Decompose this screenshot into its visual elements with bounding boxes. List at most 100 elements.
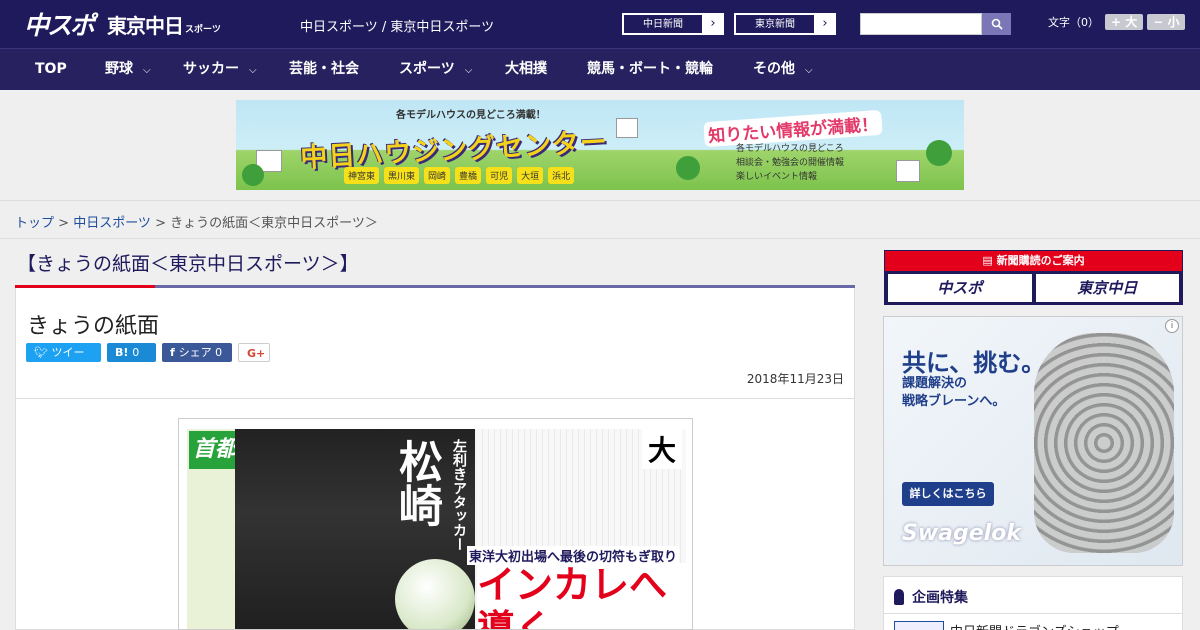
- subscription-heading: ▤ 新聞購読のご案内: [885, 251, 1182, 271]
- page-heading: 【きょうの紙面＜東京中日スポーツ＞】: [17, 253, 359, 275]
- subscription-logos: 中スポ 東京中日: [885, 271, 1182, 305]
- chevron-down-icon: ⌵: [464, 65, 473, 76]
- nav-label: 競馬・ボート・競輪: [587, 61, 713, 77]
- nav-label: スポーツ: [399, 61, 455, 77]
- banner-city: 岡崎: [424, 167, 451, 184]
- article-divider: [16, 398, 854, 399]
- chuspo-subscription-logo[interactable]: 中スポ: [888, 274, 1032, 302]
- share-buttons: 🐦︎ ツイート B! 0 f シェア 0 G+: [26, 343, 276, 378]
- nav-item-entertainment[interactable]: 芸能・社会: [289, 49, 359, 90]
- chevron-down-icon: ⌵: [143, 65, 151, 76]
- tree-illustration: [926, 140, 952, 166]
- banner-list-item: 相談会・勉強会の開催情報: [736, 158, 845, 168]
- article-date: 2018年11月23日: [746, 372, 844, 386]
- newspaper-front-page-image[interactable]: 首都スポ 松崎 左利きアタッカー 大 東洋大初出場へ最後の切符もぎ取り インカレ…: [178, 418, 693, 630]
- google-plus-button[interactable]: G+: [238, 343, 270, 362]
- brain-image: [1034, 333, 1174, 553]
- ad-info-icon[interactable]: i: [1165, 319, 1179, 333]
- nav-item-racing[interactable]: 競馬・ボート・競輪: [587, 49, 713, 90]
- banner-list-item: 各モデルハウスの見どころ: [736, 144, 844, 154]
- banner-city: 浜北: [548, 167, 575, 184]
- breadcrumb-separator: >: [54, 216, 74, 231]
- article-box: きょうの紙面 🐦︎ ツイート B! 0 f シェア 0 G+ 2018年11月2…: [15, 288, 855, 630]
- tokyo-shinbun-button[interactable]: 東京新聞 ›: [734, 13, 836, 35]
- newspaper-headline: インカレへ導く: [477, 563, 686, 629]
- feature-section: 企画特集 中日新聞ドラゴンズショップ: [883, 576, 1183, 630]
- search-input[interactable]: [860, 13, 982, 35]
- nav-label: サッカー: [183, 61, 239, 77]
- nav-label: TOP: [35, 61, 67, 77]
- chevron-right-icon: ›: [710, 16, 716, 31]
- swagelok-ad[interactable]: i 共に、挑む。 課題解決の 戦略ブレーンへ。 詳しくはこちら Swagelok: [883, 316, 1183, 566]
- feature-heading-text: 企画特集: [912, 590, 968, 606]
- banner-city: 豊橋: [455, 167, 482, 184]
- tokyo-chunichi-subscription-logo[interactable]: 東京中日: [1035, 274, 1179, 302]
- soccer-ball-image: [395, 559, 475, 629]
- ad-details-button[interactable]: 詳しくはこちら: [902, 482, 994, 506]
- font-size-label: 文字（0）: [1048, 16, 1099, 29]
- ad-brand: Swagelok: [902, 521, 1021, 546]
- banner-city: 黒川東: [384, 167, 420, 184]
- paper-button-label: 東京新聞: [735, 14, 815, 34]
- nav-item-top[interactable]: TOP: [35, 49, 67, 90]
- feature-item-link[interactable]: 中日新聞ドラゴンズショップ: [950, 621, 1119, 630]
- font-larger-button[interactable]: + 大: [1105, 14, 1144, 30]
- search-button[interactable]: [982, 13, 1011, 35]
- breadcrumb-link-top[interactable]: トップ: [15, 216, 54, 231]
- site-links[interactable]: 中日スポーツ / 東京中日スポーツ: [300, 16, 494, 35]
- nav-item-sumo[interactable]: 大相撲: [505, 49, 547, 90]
- house-illustration: [616, 118, 638, 138]
- ad-subtitle-line: 戦略ブレーンへ。: [902, 394, 1006, 409]
- feature-divider: [884, 613, 1182, 614]
- breadcrumb-current: きょうの紙面＜東京中日スポーツ＞: [170, 216, 378, 231]
- twitter-icon: 🐦︎: [34, 346, 52, 359]
- chevron-right-icon: ›: [822, 16, 828, 31]
- banner-list-item: 楽しいイベント情報: [736, 172, 818, 182]
- ad-subtitle-line: 課題解決の: [902, 376, 968, 391]
- feature-heading: 企画特集: [894, 587, 968, 607]
- facebook-share-button[interactable]: f シェア 0: [162, 343, 232, 362]
- font-size-control: 文字（0） + 大 − 小: [1048, 14, 1186, 30]
- pin-icon: [894, 589, 904, 605]
- breadcrumb-link-section[interactable]: 中日スポーツ: [73, 216, 151, 231]
- facebook-share-label: シェア 0: [178, 346, 223, 359]
- breadcrumb-separator: >: [150, 216, 171, 231]
- banner-city: 神宮東: [344, 167, 380, 184]
- nav-label: その他: [753, 61, 795, 77]
- logo-chuspo: 中スポ: [24, 11, 95, 40]
- hatena-bookmark-button[interactable]: B! 0: [107, 343, 156, 362]
- chevron-down-icon: ⌵: [805, 65, 813, 76]
- tweet-button[interactable]: 🐦︎ ツイート: [26, 343, 101, 378]
- chunichi-shinbun-button[interactable]: 中日新聞 ›: [622, 13, 724, 35]
- nav-item-baseball[interactable]: 野球 ⌵: [105, 49, 151, 90]
- main-nav: TOP 野球 ⌵ サッカー ⌵ 芸能・社会 スポーツ ⌵ 大相撲 競馬・ボート・競輪 …: [0, 48, 1200, 90]
- chevron-down-icon: ⌵: [249, 65, 257, 76]
- banner-area: 各モデルハウスの見どころ満載！ 中日ハウジングセンター 知りたい情報が満載！ 各…: [0, 90, 1200, 200]
- article-title: きょうの紙面: [27, 314, 160, 339]
- font-smaller-button[interactable]: − 小: [1147, 14, 1186, 30]
- newspaper-page: 首都スポ 松崎 左利きアタッカー 大 東洋大初出場へ最後の切符もぎ取り インカレ…: [187, 429, 686, 629]
- feature-thumbnail[interactable]: [894, 621, 944, 630]
- top-header: 中スポ 東京中日 スポーツ 中日スポーツ / 東京中日スポーツ 中日新聞 › 東…: [0, 0, 1200, 48]
- newspaper-icon: ▤: [982, 254, 997, 267]
- nav-item-sports[interactable]: スポーツ ⌵: [399, 49, 472, 90]
- hatena-count: 0: [132, 346, 140, 359]
- nav-item-soccer[interactable]: サッカー ⌵: [183, 49, 257, 90]
- nav-label: 野球: [105, 61, 133, 77]
- banner-top-text: 各モデルハウスの見どころ満載！: [396, 110, 546, 121]
- site-logo[interactable]: 中スポ 東京中日 スポーツ: [24, 8, 221, 40]
- housing-center-banner[interactable]: 各モデルハウスの見どころ満載！ 中日ハウジングセンター 知りたい情報が満載！ 各…: [236, 100, 964, 190]
- search-icon: [991, 18, 1003, 30]
- banner-city: 大垣: [517, 167, 544, 184]
- logo-sports: スポーツ: [185, 24, 221, 35]
- subscription-box[interactable]: ▤ 新聞購読のご案内 中スポ 東京中日: [884, 250, 1183, 305]
- tree-illustration: [242, 164, 264, 186]
- ad-title: 共に、挑む。: [902, 349, 1046, 377]
- banner-city-list: 神宮東 黒川東 岡崎 豊橋 可児 大垣 浜北: [344, 167, 579, 184]
- banner-city: 可児: [486, 167, 513, 184]
- breadcrumb: トップ > 中日スポーツ > きょうの紙面＜東京中日スポーツ＞: [15, 212, 378, 231]
- hatena-icon: B!: [115, 346, 133, 359]
- newspaper-subhead: 左利きアタッカー: [451, 439, 467, 551]
- subscription-heading-text: 新聞購読のご案内: [996, 254, 1085, 267]
- nav-item-other[interactable]: その他 ⌵: [753, 49, 813, 90]
